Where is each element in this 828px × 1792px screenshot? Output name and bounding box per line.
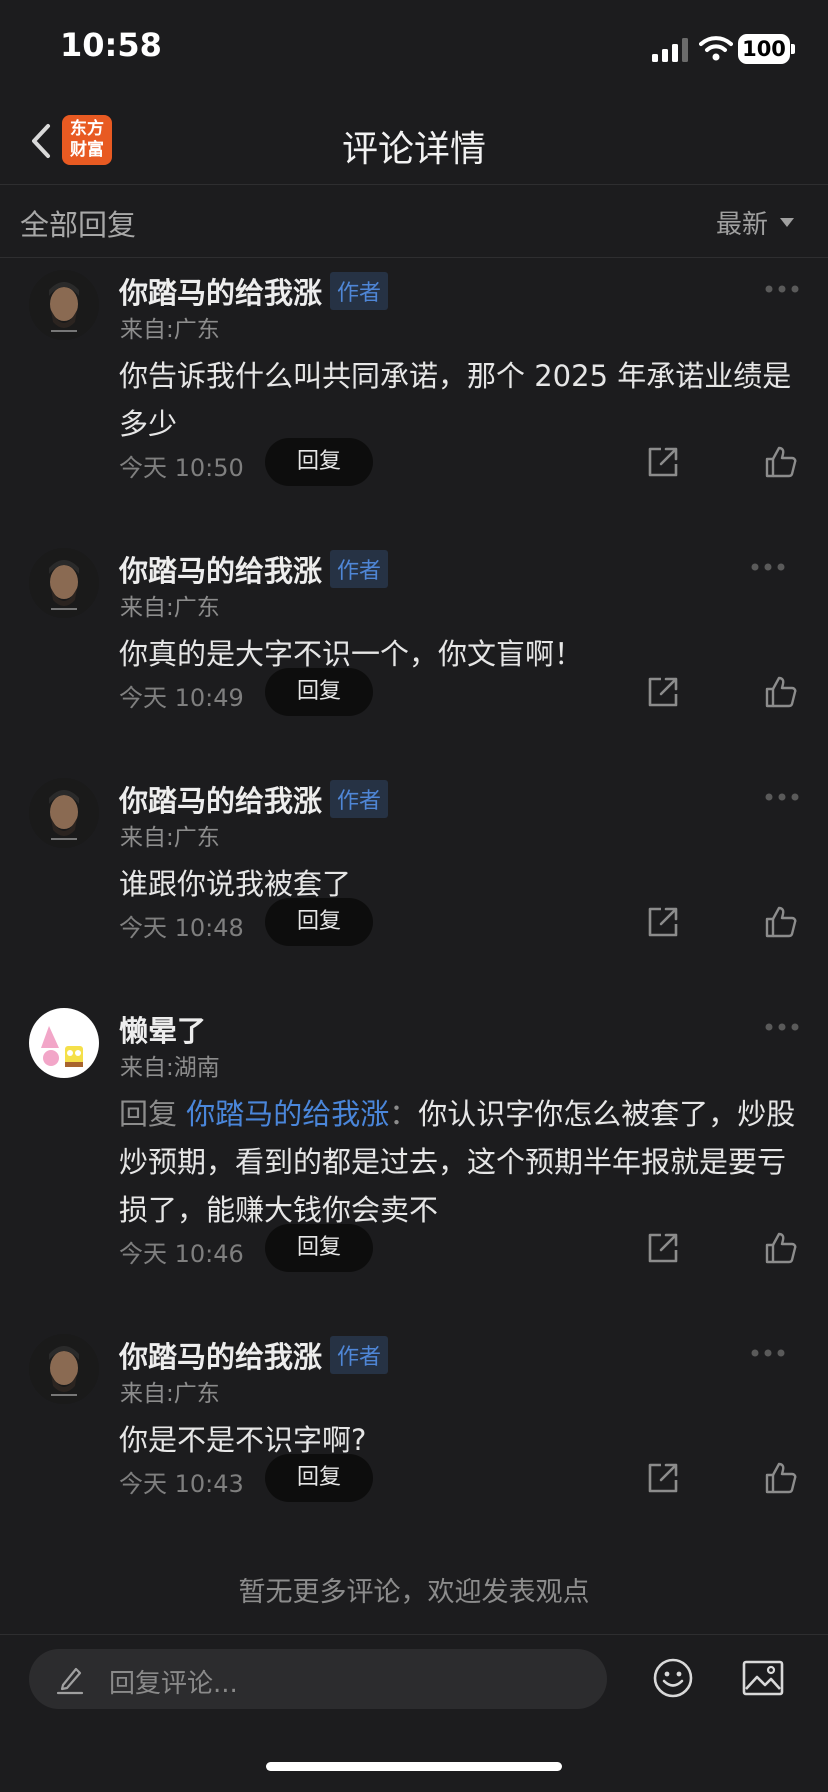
- author-badge: 作者: [330, 1336, 389, 1374]
- battery-indicator: 100: [738, 34, 790, 64]
- reply-button[interactable]: 回复: [265, 898, 373, 946]
- username[interactable]: 你踏马的给我涨: [119, 778, 322, 820]
- location: 来自:广东: [120, 317, 220, 343]
- username[interactable]: 你踏马的给我涨: [119, 548, 322, 590]
- author-badge: 作者: [330, 780, 389, 818]
- status-time: 10:58: [60, 26, 162, 64]
- reply-button[interactable]: 回复: [265, 438, 373, 486]
- signal-icon: [652, 38, 688, 62]
- username-row: 你踏马的给我涨 作者: [119, 270, 389, 312]
- emoji-icon[interactable]: [652, 1657, 694, 1699]
- thumbs-up-icon[interactable]: [764, 1461, 798, 1495]
- share-icon[interactable]: [646, 675, 680, 709]
- more-options-icon[interactable]: [764, 792, 800, 802]
- caret-down-icon: [780, 218, 794, 227]
- comment-time: 今天 10:50: [119, 454, 244, 482]
- username[interactable]: 你踏马的给我涨: [119, 1334, 322, 1376]
- reply-comment-input[interactable]: 回复评论...: [29, 1649, 607, 1709]
- sort-label: 最新: [715, 210, 768, 240]
- reply-target-username[interactable]: 你踏马的给我涨: [186, 1097, 389, 1131]
- avatar[interactable]: [29, 1008, 99, 1078]
- author-badge: 作者: [330, 550, 389, 588]
- comment-time: 今天 10:43: [119, 1470, 244, 1498]
- avatar[interactable]: [29, 778, 99, 848]
- username-row: 你踏马的给我涨 作者: [119, 1334, 389, 1376]
- comment-text: 回复 你踏马的给我涨：你认识字你怎么被套了，炒股炒预期，看到的都是过去，这个预期…: [119, 1090, 799, 1234]
- more-options-icon[interactable]: [764, 1022, 800, 1032]
- comment-time: 今天 10:49: [119, 684, 244, 712]
- share-icon[interactable]: [646, 1461, 680, 1495]
- more-options-icon[interactable]: [764, 284, 800, 294]
- pencil-icon: [56, 1667, 84, 1695]
- reply-button[interactable]: 回复: [265, 1454, 373, 1502]
- thumbs-up-icon[interactable]: [764, 1231, 798, 1265]
- image-icon[interactable]: [742, 1659, 784, 1697]
- status-bar: 10:58 100: [0, 0, 828, 100]
- reply-prefix: 回复: [119, 1097, 187, 1131]
- home-indicator: [266, 1762, 562, 1771]
- author-badge: 作者: [330, 272, 389, 310]
- comment-time: 今天 10:46: [119, 1240, 244, 1268]
- reply-button[interactable]: 回复: [265, 1224, 373, 1272]
- nav-bar: 东方 财富 评论详情: [0, 100, 828, 185]
- more-options-icon[interactable]: [750, 1348, 786, 1358]
- location: 来自:湖南: [120, 1055, 220, 1081]
- username[interactable]: 懒晕了: [119, 1008, 206, 1050]
- reply-separator: ：: [389, 1097, 419, 1131]
- all-replies-label: 全部回复: [20, 208, 137, 242]
- page-title: 评论详情: [341, 129, 486, 170]
- location: 来自:广东: [120, 1381, 220, 1407]
- share-icon[interactable]: [646, 905, 680, 939]
- comment-text: 你真的是大字不识一个，你文盲啊！: [119, 637, 584, 671]
- avatar[interactable]: [29, 1334, 99, 1404]
- username-row: 你踏马的给我涨 作者: [119, 778, 389, 820]
- share-icon[interactable]: [646, 1231, 680, 1265]
- sort-dropdown[interactable]: 最新: [716, 204, 794, 241]
- username[interactable]: 你踏马的给我涨: [119, 270, 322, 312]
- more-options-icon[interactable]: [750, 562, 786, 572]
- no-more-comments-note: 暂无更多评论，欢迎发表观点: [238, 1577, 590, 1608]
- location: 来自:广东: [120, 825, 220, 851]
- reply-button[interactable]: 回复: [265, 668, 373, 716]
- battery-tip: [791, 44, 795, 54]
- comment-text: 谁跟你说我被套了: [119, 867, 352, 901]
- comment-time: 今天 10:48: [119, 914, 244, 942]
- avatar[interactable]: [29, 548, 99, 618]
- share-icon[interactable]: [646, 445, 680, 479]
- location: 来自:广东: [120, 595, 220, 621]
- reply-input-placeholder: 回复评论...: [109, 1669, 238, 1699]
- filter-bar: 全部回复 最新: [0, 186, 828, 258]
- thumbs-up-icon[interactable]: [764, 445, 798, 479]
- comment-text: 你是不是不识字啊?: [119, 1423, 367, 1457]
- wifi-icon: [699, 36, 733, 61]
- thumbs-up-icon[interactable]: [764, 675, 798, 709]
- avatar[interactable]: [29, 270, 99, 340]
- username-row: 你踏马的给我涨 作者: [119, 548, 389, 590]
- username-row: 懒晕了: [119, 1008, 206, 1050]
- thumbs-up-icon[interactable]: [764, 905, 798, 939]
- comment-text: 你告诉我什么叫共同承诺，那个 2025 年承诺业绩是多少: [119, 359, 792, 441]
